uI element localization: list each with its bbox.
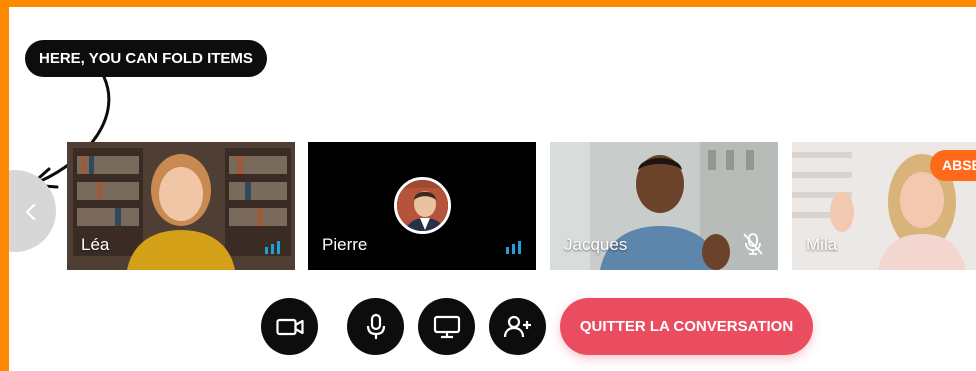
- fold-tooltip: HERE, YOU CAN FOLD ITEMS: [25, 40, 267, 77]
- monitor-icon: [433, 315, 460, 338]
- quit-conversation-button[interactable]: QUITTER LA CONVERSATION: [560, 298, 813, 355]
- participant-tile-lea[interactable]: Léa: [67, 142, 295, 270]
- audio-level-icon: [265, 241, 280, 254]
- participant-tile-mila[interactable]: Mila ABSENT: [792, 142, 976, 270]
- participant-name: Mila: [806, 235, 838, 254]
- microphone-button[interactable]: [347, 298, 404, 355]
- absent-badge: ABSENT: [930, 150, 976, 181]
- screen-share-button[interactable]: [418, 298, 475, 355]
- microphone-icon: [366, 313, 385, 339]
- chevron-left-icon: [25, 203, 36, 221]
- add-user-icon: [503, 315, 531, 337]
- fold-button[interactable]: [9, 170, 56, 252]
- participant-tile-pierre[interactable]: Pierre: [308, 142, 536, 270]
- camera-button[interactable]: [261, 298, 318, 355]
- mic-off-icon: [743, 233, 763, 255]
- participant-name: Léa: [81, 235, 110, 254]
- participant-name: Jacques: [564, 235, 628, 254]
- add-participant-button[interactable]: [489, 298, 546, 355]
- participant-tile-jacques[interactable]: Jacques: [550, 142, 778, 270]
- avatar: [394, 177, 451, 234]
- audio-level-icon: [506, 241, 521, 254]
- video-camera-icon: [275, 318, 304, 335]
- call-panel: HERE, YOU CAN FOLD ITEMS Léa Pierre Jacq…: [9, 7, 976, 371]
- participant-name: Pierre: [322, 235, 368, 254]
